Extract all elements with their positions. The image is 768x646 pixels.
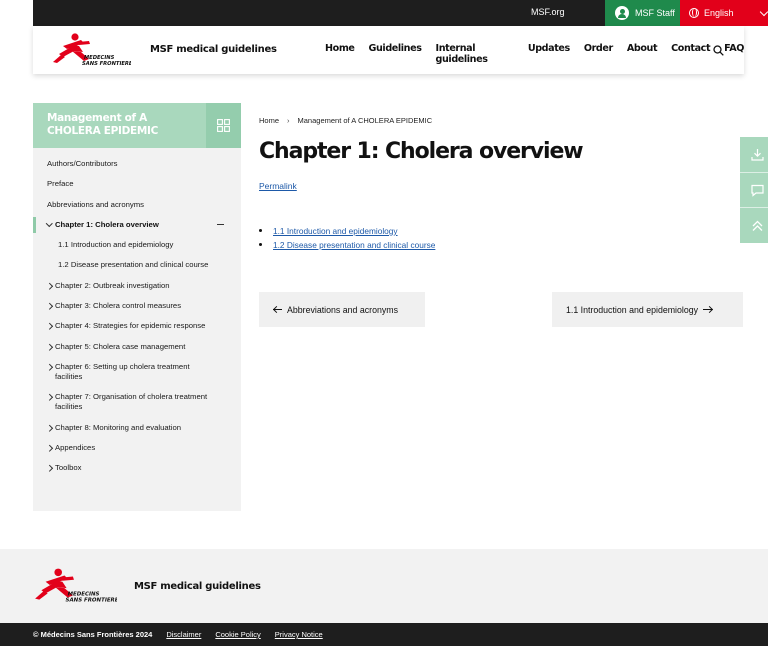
collapse-icon[interactable]	[217, 223, 224, 226]
language-label: English	[704, 8, 734, 18]
next-page-button[interactable]: 1.1 Introduction and epidemiology	[552, 292, 743, 327]
sidebar-item-chapter-8[interactable]: Chapter 8: Monitoring and evaluation	[33, 423, 241, 433]
sidebar-item-toolbox[interactable]: Toolbox	[33, 463, 241, 473]
nav-updates[interactable]: Updates	[528, 43, 570, 65]
sidebar-item-label: Chapter 1: Cholera overview	[55, 219, 159, 229]
sidebar-header: Management of A CHOLERA EPIDEMIC	[33, 103, 241, 148]
sidebar-item-chapter-2[interactable]: Chapter 2: Outbreak investigation	[33, 281, 241, 291]
breadcrumb-home[interactable]: Home	[259, 116, 279, 125]
msf-org-link[interactable]: MSF.org	[531, 7, 565, 17]
sidebar-item-chapter-1[interactable]: Chapter 1: Cholera overview	[33, 216, 241, 233]
chapter-toc: 1.1 Introduction and epidemiology 1.2 Di…	[259, 224, 435, 252]
toc-link-1-1[interactable]: 1.1 Introduction and epidemiology	[259, 224, 435, 238]
scroll-top-button[interactable]	[740, 207, 768, 242]
chevron-down-icon	[759, 7, 768, 17]
download-icon	[751, 149, 764, 161]
floating-action-rail	[740, 137, 768, 243]
msf-staff-label: MSF Staff	[635, 8, 675, 18]
sidebar-item-chapter-7[interactable]: Chapter 7: Organisation of cholera treat…	[33, 392, 241, 412]
permalink-link[interactable]: Permalink	[259, 181, 297, 191]
nav-guidelines[interactable]: Guidelines	[369, 43, 422, 65]
sidebar-item-1-2[interactable]: 1.2 Disease presentation and clinical co…	[33, 260, 241, 270]
sidebar-item-appendices[interactable]: Appendices	[33, 443, 241, 453]
page-title: Chapter 1: Cholera overview	[259, 139, 584, 164]
breadcrumb: Home › Management of A CHOLERA EPIDEMIC	[259, 116, 432, 125]
sidebar-title[interactable]: Management of A CHOLERA EPIDEMIC	[47, 112, 197, 138]
download-button[interactable]	[740, 137, 768, 172]
legal-bar: © Médecins Sans Frontières 2024 Disclaim…	[0, 623, 768, 646]
svg-text:SANS FRONTIERES: SANS FRONTIERES	[82, 61, 131, 67]
nav-about[interactable]: About	[627, 43, 658, 65]
site-title[interactable]: MSF medical guidelines	[150, 44, 277, 55]
main-nav: Home Guidelines Internal guidelines Upda…	[325, 43, 744, 65]
user-icon	[615, 6, 629, 20]
footer-site-title[interactable]: MSF medical guidelines	[134, 581, 261, 592]
nav-internal-guidelines[interactable]: Internal guidelines	[436, 43, 514, 65]
msf-staff-button[interactable]: MSF Staff	[605, 0, 680, 26]
sidebar-item-abbreviations[interactable]: Abbreviations and acronyms	[33, 200, 241, 210]
top-utility-bar: MSF.org MSF Staff English	[33, 0, 768, 26]
previous-page-button[interactable]: Abbreviations and acronyms	[259, 292, 425, 327]
next-page-label: 1.1 Introduction and epidemiology	[566, 304, 699, 315]
globe-icon	[689, 8, 699, 18]
breadcrumb-separator-icon: ›	[287, 116, 290, 125]
sidebar-item-chapter-3[interactable]: Chapter 3: Cholera control measures	[33, 301, 241, 311]
guideline-sidebar: Management of A CHOLERA EPIDEMIC Authors…	[33, 103, 241, 511]
copyright-text: © Médecins Sans Frontières 2024	[33, 630, 153, 639]
language-selector[interactable]: English	[680, 0, 768, 26]
msf-logo[interactable]: MEDECINS SANS FRONTIERES	[51, 32, 131, 68]
cookie-policy-link[interactable]: Cookie Policy	[215, 630, 260, 639]
footer-msf-logo[interactable]: MEDECINS SANS FRONTIERES	[33, 567, 117, 605]
site-header: MEDECINS SANS FRONTIERES MSF medical gui…	[33, 26, 744, 74]
privacy-notice-link[interactable]: Privacy Notice	[275, 630, 323, 639]
sidebar-item-chapter-4[interactable]: Chapter 4: Strategies for epidemic respo…	[33, 321, 241, 331]
nav-home[interactable]: Home	[325, 43, 355, 65]
site-footer: MEDECINS SANS FRONTIERES MSF medical gui…	[0, 549, 768, 623]
disclaimer-link[interactable]: Disclaimer	[166, 630, 201, 639]
sidebar-item-1-1[interactable]: 1.1 Introduction and epidemiology	[33, 240, 241, 250]
sidebar-nav-list: Authors/Contributors Preface Abbreviatio…	[33, 159, 241, 483]
comment-icon	[751, 184, 764, 197]
breadcrumb-current[interactable]: Management of A CHOLERA EPIDEMIC	[298, 116, 433, 125]
previous-page-label: Abbreviations and acronyms	[287, 304, 398, 315]
sidebar-item-preface[interactable]: Preface	[33, 179, 241, 189]
toc-toggle-button[interactable]	[206, 103, 241, 148]
nav-faq[interactable]: FAQ	[724, 43, 744, 65]
sidebar-item-chapter-6[interactable]: Chapter 6: Setting up cholera treatment …	[33, 362, 241, 382]
sidebar-item-chapter-5[interactable]: Chapter 5: Cholera case management	[33, 342, 241, 352]
toc-link-1-2[interactable]: 1.2 Disease presentation and clinical co…	[259, 238, 435, 252]
arrow-left-icon	[273, 306, 282, 314]
nav-contact[interactable]: Contact	[671, 43, 710, 65]
svg-text:MEDECINS: MEDECINS	[68, 591, 100, 597]
scroll-top-icon	[752, 220, 763, 231]
sidebar-item-authors[interactable]: Authors/Contributors	[33, 159, 241, 169]
search-icon[interactable]	[713, 45, 724, 56]
svg-text:SANS FRONTIERES: SANS FRONTIERES	[66, 598, 117, 604]
nav-order[interactable]: Order	[584, 43, 613, 65]
feedback-button[interactable]	[740, 172, 768, 207]
grid-icon	[217, 119, 230, 132]
arrow-right-icon	[703, 306, 713, 314]
